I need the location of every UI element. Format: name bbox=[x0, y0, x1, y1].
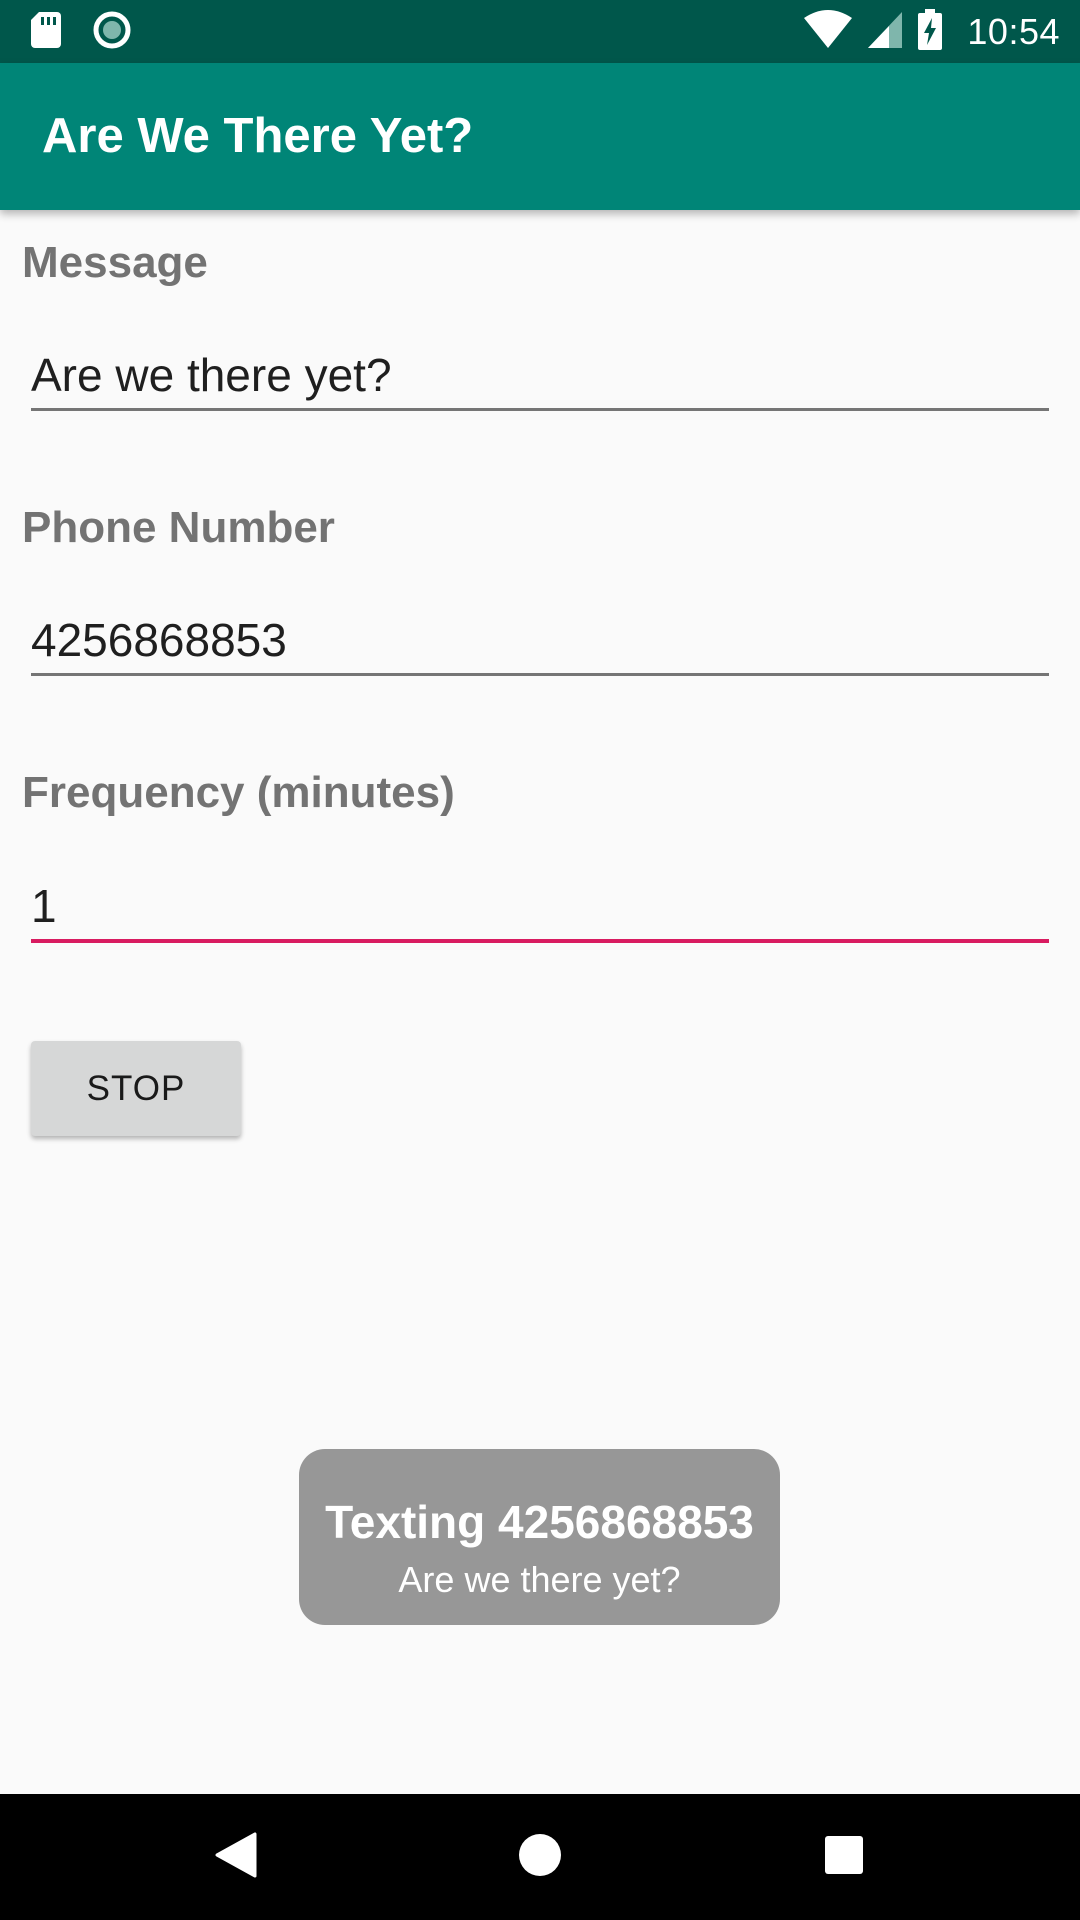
back-icon bbox=[215, 1832, 257, 1882]
phone-number-label: Phone Number bbox=[22, 503, 335, 552]
status-bar-notifications bbox=[30, 10, 132, 54]
stop-button[interactable]: STOP bbox=[31, 1041, 241, 1136]
phone-number-input[interactable] bbox=[31, 606, 1049, 676]
recents-button[interactable] bbox=[784, 1794, 904, 1920]
toast: Texting 4256868853 Are we there yet? bbox=[299, 1449, 780, 1625]
clock: 10:54 bbox=[967, 11, 1060, 52]
message-input[interactable] bbox=[31, 341, 1049, 411]
toast-title: Texting 4256868853 bbox=[325, 1496, 754, 1548]
navigation-bar bbox=[0, 1794, 1080, 1920]
home-button[interactable] bbox=[480, 1794, 600, 1920]
home-icon bbox=[518, 1833, 562, 1881]
status-bar: 10:54 bbox=[0, 0, 1080, 63]
back-button[interactable] bbox=[176, 1794, 296, 1920]
toast-message: Are we there yet? bbox=[398, 1559, 681, 1600]
frequency-input[interactable] bbox=[31, 873, 1049, 943]
app-bar: Are We There Yet? bbox=[0, 63, 1080, 210]
app-title: Are We There Yet? bbox=[42, 109, 474, 163]
record-icon bbox=[92, 10, 132, 54]
status-bar-system: 10:54 bbox=[803, 8, 1060, 56]
wifi-icon bbox=[803, 10, 853, 54]
recents-icon bbox=[824, 1835, 864, 1879]
message-label: Message bbox=[22, 238, 208, 287]
frequency-label: Frequency (minutes) bbox=[22, 768, 455, 817]
sd-card-icon bbox=[30, 11, 62, 53]
battery-charging-icon bbox=[917, 9, 943, 55]
cell-signal-icon bbox=[867, 11, 903, 53]
